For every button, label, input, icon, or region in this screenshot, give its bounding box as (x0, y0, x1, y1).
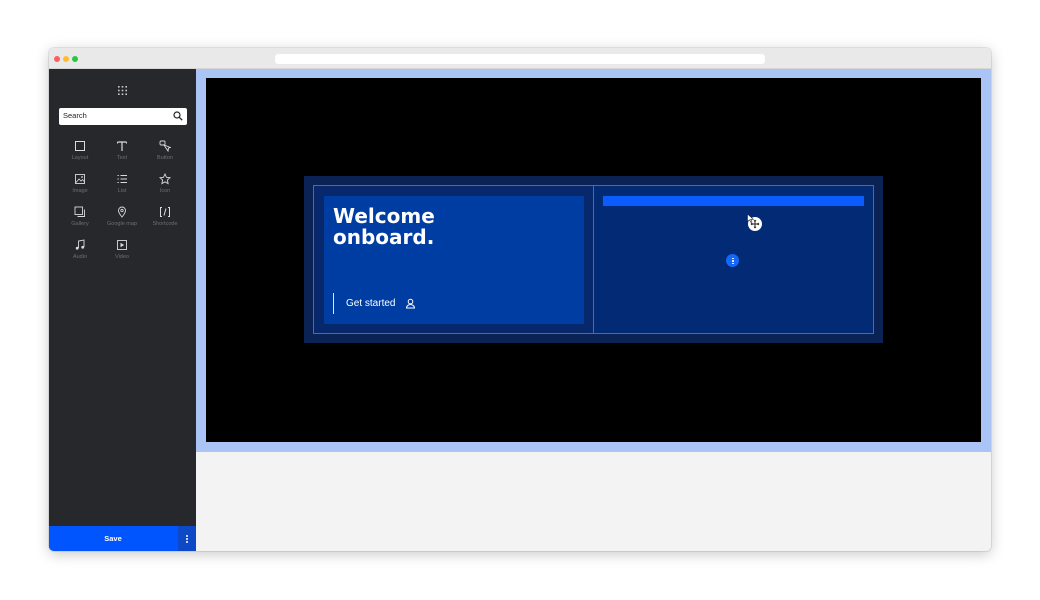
widget-label: Shortcode (152, 221, 178, 227)
widget-text[interactable]: Text (102, 140, 142, 170)
content-row[interactable]: Welcome onboard. Get started (304, 176, 883, 343)
widget-label: Text (116, 155, 128, 161)
heading-line-2: onboard. (333, 225, 435, 249)
widget-gallery[interactable]: Gallery (60, 206, 100, 236)
widget-list[interactable]: List (102, 173, 142, 203)
widget-label: Video (115, 254, 129, 260)
widget-image[interactable]: Image (60, 173, 100, 203)
search-placeholder: Search (63, 111, 87, 120)
widget-label: Button (157, 155, 173, 161)
heading-line-1: Welcome (333, 204, 435, 228)
apps-grid-icon[interactable] (118, 86, 127, 95)
get-started-label: Get started (346, 298, 396, 309)
widget-icon[interactable]: Icon (145, 173, 185, 203)
editor-canvas: Welcome onboard. Get started (196, 69, 991, 551)
column-left[interactable]: Welcome onboard. Get started (313, 185, 594, 334)
minimize-window-button[interactable] (63, 56, 69, 62)
user-icon (406, 298, 416, 309)
button-icon (159, 140, 171, 152)
gallery-icon (74, 206, 85, 217)
drop-indicator-bar (603, 196, 864, 206)
widget-label: Icon (159, 188, 171, 194)
get-started-button[interactable]: Get started (333, 293, 416, 314)
widget-label: Image (72, 188, 88, 194)
widget-shortcode[interactable]: Shortcode (145, 206, 185, 236)
widget-label: Layout (71, 155, 89, 161)
move-cursor-icon (747, 213, 762, 231)
welcome-heading[interactable]: Welcome onboard. (333, 206, 435, 248)
widget-layout[interactable]: Layout (60, 140, 100, 170)
widget-label: Gallery (71, 221, 89, 227)
shortcode-icon (160, 207, 170, 217)
column-options-button[interactable] (726, 254, 739, 267)
widget-label: List (117, 188, 127, 194)
widget-label: Google map (107, 221, 137, 227)
search-input[interactable]: Search (59, 108, 187, 125)
address-bar[interactable] (275, 54, 765, 64)
page-section[interactable]: Welcome onboard. Get started (206, 78, 981, 442)
search-icon[interactable] (173, 111, 183, 121)
widget-button[interactable]: Button (145, 140, 185, 170)
save-button[interactable]: Save (49, 526, 177, 551)
video-icon (117, 240, 127, 250)
map-pin-icon (118, 206, 126, 218)
welcome-card[interactable]: Welcome onboard. Get started (324, 196, 584, 324)
layout-icon (75, 141, 85, 151)
text-icon (117, 141, 127, 151)
maximize-window-button[interactable] (72, 56, 78, 62)
title-bar (49, 48, 991, 69)
image-icon (75, 174, 85, 184)
widget-video[interactable]: Video (102, 239, 142, 269)
widget-google-map[interactable]: Google map (102, 206, 142, 236)
widget-audio[interactable]: Audio (60, 239, 100, 269)
music-note-icon (75, 239, 85, 250)
browser-window: Search Layout Text Button Image List Ico… (49, 48, 991, 551)
widget-label: Audio (72, 254, 88, 260)
list-icon (117, 175, 127, 183)
close-window-button[interactable] (54, 56, 60, 62)
save-bar: Save (49, 526, 196, 551)
selected-section-outline[interactable]: Welcome onboard. Get started (196, 69, 991, 452)
star-icon (159, 173, 171, 185)
column-right[interactable] (593, 185, 874, 334)
save-options-button[interactable] (178, 526, 196, 551)
widget-sidebar: Search Layout Text Button Image List Ico… (49, 69, 196, 551)
